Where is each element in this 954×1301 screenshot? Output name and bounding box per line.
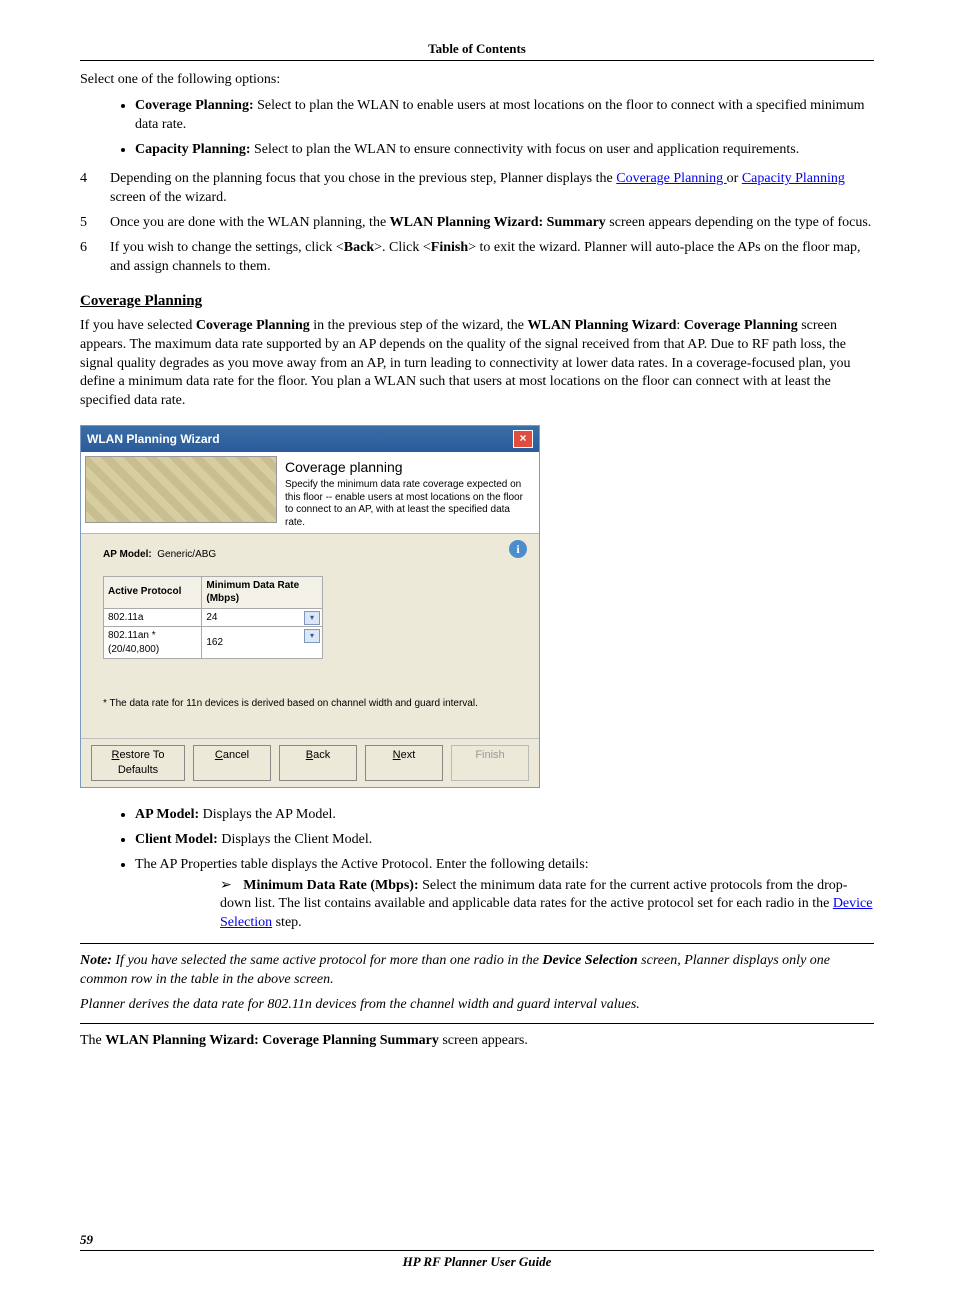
sub-list: Minimum Data Rate (Mbps): Select the min…	[205, 877, 874, 934]
wizard-title: WLAN Planning Wizard	[87, 431, 220, 447]
capacity-planning-link[interactable]: Capacity Planning	[742, 171, 845, 186]
table-row: 802.11an *(20/40,800) 162▾	[104, 627, 323, 659]
protocol-cell: 802.11an *(20/40,800)	[104, 627, 202, 659]
list-item: The AP Properties table displays the Act…	[135, 856, 874, 934]
next-button[interactable]: Next	[365, 745, 443, 781]
wizard-heading: Coverage planning	[285, 458, 531, 477]
step-text: Depending on the planning focus that you…	[110, 170, 874, 208]
finish-button: Finish	[451, 745, 529, 781]
col-min-data-rate: Minimum Data Rate (Mbps)	[202, 576, 323, 608]
page-number: 59	[80, 1231, 874, 1249]
footer-title: HP RF Planner User Guide	[80, 1251, 874, 1271]
option-label: Capacity Planning:	[135, 142, 251, 157]
options-list: Coverage Planning: Select to plan the WL…	[120, 97, 874, 160]
wizard-titlebar: WLAN Planning Wizard ×	[81, 426, 539, 452]
details-list: AP Model: Displays the AP Model. Client …	[120, 806, 874, 933]
step-text: Once you are done with the WLAN planning…	[110, 214, 874, 233]
divider	[80, 1023, 874, 1024]
cancel-button[interactable]: Cancel	[193, 745, 271, 781]
table-row: 802.11a 24▾	[104, 608, 323, 627]
wizard-header: Coverage planning Specify the minimum da…	[81, 452, 539, 534]
option-text: Select to plan the WLAN to ensure connec…	[251, 142, 800, 157]
divider	[80, 943, 874, 944]
page-footer: 59 HP RF Planner User Guide	[80, 1231, 874, 1271]
wlan-planning-wizard: WLAN Planning Wizard × Coverage planning…	[80, 425, 540, 788]
step-number: 5	[80, 214, 110, 233]
wizard-body: i AP Model: Generic/ABG Active Protocol …	[81, 534, 539, 738]
list-item: AP Model: Displays the AP Model.	[135, 806, 874, 825]
step-number: 6	[80, 239, 110, 277]
final-paragraph: The WLAN Planning Wizard: Coverage Plann…	[80, 1032, 874, 1051]
step-list: 4 Depending on the planning focus that y…	[80, 170, 874, 276]
chevron-down-icon[interactable]: ▾	[304, 611, 320, 625]
list-item: Minimum Data Rate (Mbps): Select the min…	[220, 877, 874, 934]
ap-model-value: Generic/ABG	[157, 549, 216, 560]
intro-text: Select one of the following options:	[80, 71, 874, 90]
protocol-cell: 802.11a	[104, 608, 202, 627]
rate-cell[interactable]: 24▾	[202, 608, 323, 627]
rate-cell[interactable]: 162▾	[202, 627, 323, 659]
step-text: If you wish to change the settings, clic…	[110, 239, 874, 277]
note-paragraph: Planner derives the data rate for 802.11…	[80, 996, 874, 1015]
info-icon[interactable]: i	[509, 540, 527, 558]
floorplan-thumbnail	[85, 456, 277, 523]
ap-model-row: AP Model: Generic/ABG	[103, 548, 517, 562]
restore-defaults-button[interactable]: Restore To Defaults	[91, 745, 185, 781]
protocol-table: Active Protocol Minimum Data Rate (Mbps)…	[103, 576, 323, 660]
list-item: Client Model: Displays the Client Model.	[135, 831, 874, 850]
note-paragraph: Note: If you have selected the same acti…	[80, 952, 874, 990]
option-coverage: Coverage Planning: Select to plan the WL…	[135, 97, 874, 135]
section-heading: Coverage Planning	[80, 291, 874, 311]
wizard-description: Specify the minimum data rate coverage e…	[285, 479, 531, 529]
step-number: 4	[80, 170, 110, 208]
wizard-buttons: Restore To Defaults Cancel Back Next Fin…	[81, 738, 539, 787]
back-button[interactable]: Back	[279, 745, 357, 781]
option-capacity: Capacity Planning: Select to plan the WL…	[135, 141, 874, 160]
col-active-protocol: Active Protocol	[104, 576, 202, 608]
section-paragraph: If you have selected Coverage Planning i…	[80, 317, 874, 411]
chevron-down-icon[interactable]: ▾	[304, 629, 320, 643]
option-label: Coverage Planning:	[135, 98, 254, 113]
wizard-footnote: * The data rate for 11n devices is deriv…	[103, 697, 517, 711]
page-header: Table of Contents	[80, 40, 874, 61]
coverage-planning-link[interactable]: Coverage Planning	[616, 171, 726, 186]
toc-link[interactable]: Table of Contents	[428, 41, 526, 56]
close-icon[interactable]: ×	[513, 430, 533, 448]
